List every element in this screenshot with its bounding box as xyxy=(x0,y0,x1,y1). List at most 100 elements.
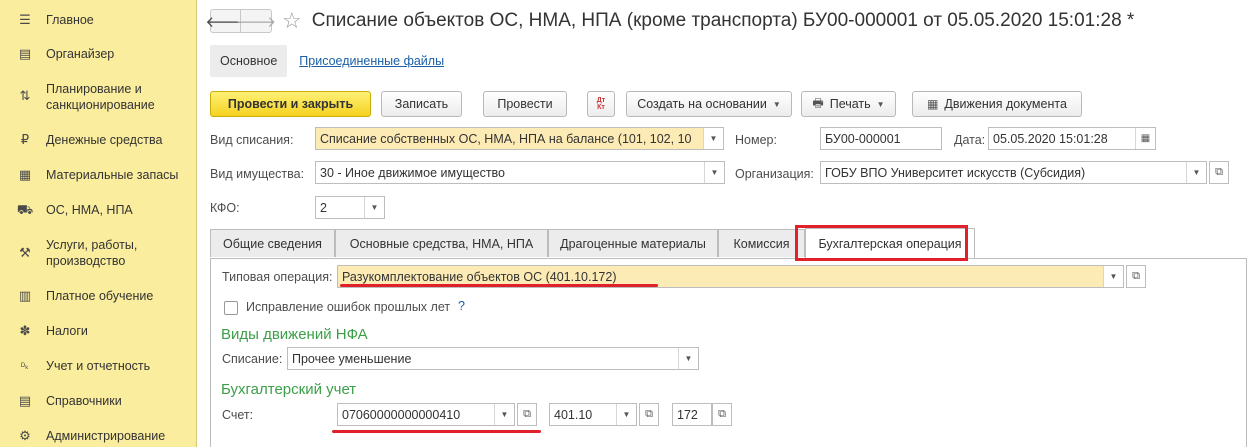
nav-tab-main[interactable]: Основное xyxy=(210,45,288,77)
property-type-field[interactable]: 30 - Иное движимое имущество ▼ xyxy=(315,161,725,184)
analytics-field[interactable]: 172 xyxy=(672,403,712,426)
typical-operation-value: Разукомплектование объектов ОС (401.10.1… xyxy=(342,269,617,284)
writeoff-type-label: Вид списания: xyxy=(210,133,294,147)
writeoff-value: Прочее уменьшение xyxy=(292,351,412,366)
writeoff-type-field[interactable]: Списание собственных ОС, НМА, НПА на бал… xyxy=(315,127,724,150)
organization-label: Организация: xyxy=(735,167,814,181)
highlight-underline xyxy=(332,430,541,433)
highlight-underline xyxy=(340,284,658,287)
materials-icon: ▦ xyxy=(18,167,32,182)
tab-commission[interactable]: Комиссия xyxy=(718,229,805,257)
tab-precious-materials[interactable]: Драгоценные материалы xyxy=(548,229,718,257)
dt-kt-icon: Дт Кт xyxy=(596,97,606,111)
writeoff-field[interactable]: Прочее уменьшение ▼ xyxy=(287,347,699,370)
highlight-box xyxy=(795,225,968,261)
tab-general[interactable]: Общие сведения xyxy=(210,229,335,257)
number-field[interactable]: БУ00-000001 xyxy=(820,127,942,150)
gear-icon: ⚙ xyxy=(19,428,31,443)
date-label: Дата: xyxy=(954,133,986,147)
nav-link-attached-files[interactable]: Присоединенные файлы xyxy=(299,54,444,68)
kosgu-field[interactable]: 401.10 ▼ xyxy=(549,403,637,426)
taxes-icon: ✽ xyxy=(19,323,31,338)
page-title: Списание объектов ОС, НМА, НПА (кроме тр… xyxy=(311,10,1135,31)
open-analytics-icon[interactable]: ⧉ xyxy=(712,403,732,426)
chevron-down-icon[interactable]: ▼ xyxy=(616,404,636,425)
chevron-down-icon[interactable]: ▼ xyxy=(1103,266,1123,287)
open-account-icon[interactable]: ⧉ xyxy=(517,403,537,426)
forward-button[interactable]: 🡒 xyxy=(236,9,276,33)
account-label: Счет: xyxy=(222,408,254,422)
form-navigation: Основное Присоединенные файлы xyxy=(210,45,444,77)
print-label: Печать xyxy=(829,97,871,111)
sidebar-item-label: Налоги xyxy=(46,324,88,338)
tab-fixed-assets[interactable]: Основные средства, НМА, НПА xyxy=(335,229,548,257)
organization-value: ГОБУ ВПО Университет искусств (Субсидия) xyxy=(825,165,1086,180)
property-type-value: 30 - Иное движимое имущество xyxy=(320,165,505,180)
save-button[interactable]: Записать xyxy=(381,91,462,117)
sidebar: ☰ Главное ▤ Органайзер ⇅ Планирование и … xyxy=(0,0,197,447)
print-button[interactable]: 🖶 Печать ▼ xyxy=(801,91,896,117)
report-icon: ▦ xyxy=(927,97,939,111)
accounting-icon: ᴰₖ xyxy=(21,361,29,371)
document-movements-button[interactable]: ▦ Движения документа xyxy=(912,91,1082,117)
chevron-down-icon[interactable]: ▼ xyxy=(703,128,723,149)
create-based-on-label: Создать на основании xyxy=(637,97,767,111)
create-based-on-button[interactable]: Создать на основании ▼ xyxy=(626,91,792,117)
chevron-down-icon[interactable]: ▼ xyxy=(494,404,514,425)
kosgu-value: 401.10 xyxy=(554,407,593,422)
calendar-icon[interactable]: ▦ xyxy=(1135,128,1155,149)
tab-strip: Общие сведения Основные средства, НМА, Н… xyxy=(210,228,1247,259)
sidebar-item-label: Денежные средства xyxy=(46,133,163,147)
date-value: 05.05.2020 15:01:28 xyxy=(993,131,1108,146)
title-bar: 🡐 🡒 ☆ Списание объектов ОС, НМА, НПА (кр… xyxy=(205,8,1135,34)
date-field[interactable]: 05.05.2020 15:01:28 ▦ xyxy=(988,127,1156,150)
document-movements-label: Движения документа xyxy=(944,97,1067,111)
sidebar-item-label: Органайзер xyxy=(46,47,115,61)
analytics-value: 172 xyxy=(677,407,698,422)
chevron-down-icon[interactable]: ▼ xyxy=(1186,162,1206,183)
menu-icon: ☰ xyxy=(19,12,31,27)
typical-operation-label: Типовая операция: xyxy=(222,270,333,284)
chevron-down-icon[interactable]: ▼ xyxy=(364,197,384,218)
fix-errors-checkbox[interactable] xyxy=(224,301,238,315)
directories-icon: ▤ xyxy=(18,393,32,408)
writeoff-type-value: Списание собственных ОС, НМА, НПА на бал… xyxy=(320,131,692,146)
account-field[interactable]: 07060000000000410 ▼ xyxy=(337,403,515,426)
organization-field[interactable]: ГОБУ ВПО Университет искусств (Субсидия)… xyxy=(820,161,1207,184)
nfa-movements-section: Виды движений НФА xyxy=(221,326,368,343)
sidebar-item-label: Справочники xyxy=(46,394,122,408)
chevron-down-icon: ▼ xyxy=(876,99,885,109)
sidebar-item-label: Платное обучение xyxy=(46,289,154,303)
property-type-label: Вид имущества: xyxy=(210,167,305,181)
open-organization-icon[interactable]: ⧉ xyxy=(1209,161,1229,184)
chevron-down-icon: ▼ xyxy=(772,99,781,109)
writeoff-label: Списание: xyxy=(222,352,283,366)
post-and-close-button[interactable]: Провести и закрыть xyxy=(210,91,371,117)
sidebar-item-label: Учет и отчетность xyxy=(46,359,151,373)
services-icon: ⚒ xyxy=(19,245,31,260)
printer-icon: 🖶 xyxy=(812,95,824,110)
kfo-field[interactable]: 2 ▼ xyxy=(315,196,385,219)
sidebar-item-label: Услуги, работы, производство xyxy=(46,238,138,268)
open-kosgu-icon[interactable]: ⧉ xyxy=(639,403,659,426)
sidebar-item-label: Администрирование xyxy=(46,429,166,443)
sidebar-item-label: Материальные запасы xyxy=(46,168,179,182)
chevron-down-icon[interactable]: ▼ xyxy=(678,348,698,369)
arrow-right-icon: 🡒 xyxy=(235,13,277,31)
money-icon: ₽ xyxy=(20,132,30,147)
post-button[interactable]: Провести xyxy=(483,91,567,117)
open-operation-icon[interactable]: ⧉ xyxy=(1126,265,1146,288)
truck-icon: ⛟ xyxy=(16,202,34,217)
number-label: Номер: xyxy=(735,133,777,147)
document-form: 🡐 🡒 ☆ Списание объектов ОС, НМА, НПА (кр… xyxy=(198,0,1247,447)
chevron-down-icon[interactable]: ▼ xyxy=(704,162,724,183)
help-icon[interactable]: ? xyxy=(458,299,465,313)
sidebar-item-label: Главное xyxy=(46,13,94,27)
organizer-icon: ▤ xyxy=(18,46,32,61)
sidebar-item-label: ОС, НМА, НПА xyxy=(46,203,133,217)
star-icon[interactable]: ☆ xyxy=(282,10,302,32)
fix-errors-label: Исправление ошибок прошлых лет xyxy=(246,300,451,314)
education-icon: ▥ xyxy=(18,288,32,303)
dt-kt-button[interactable]: Дт Кт xyxy=(587,91,615,117)
planning-icon: ⇅ xyxy=(19,88,31,103)
